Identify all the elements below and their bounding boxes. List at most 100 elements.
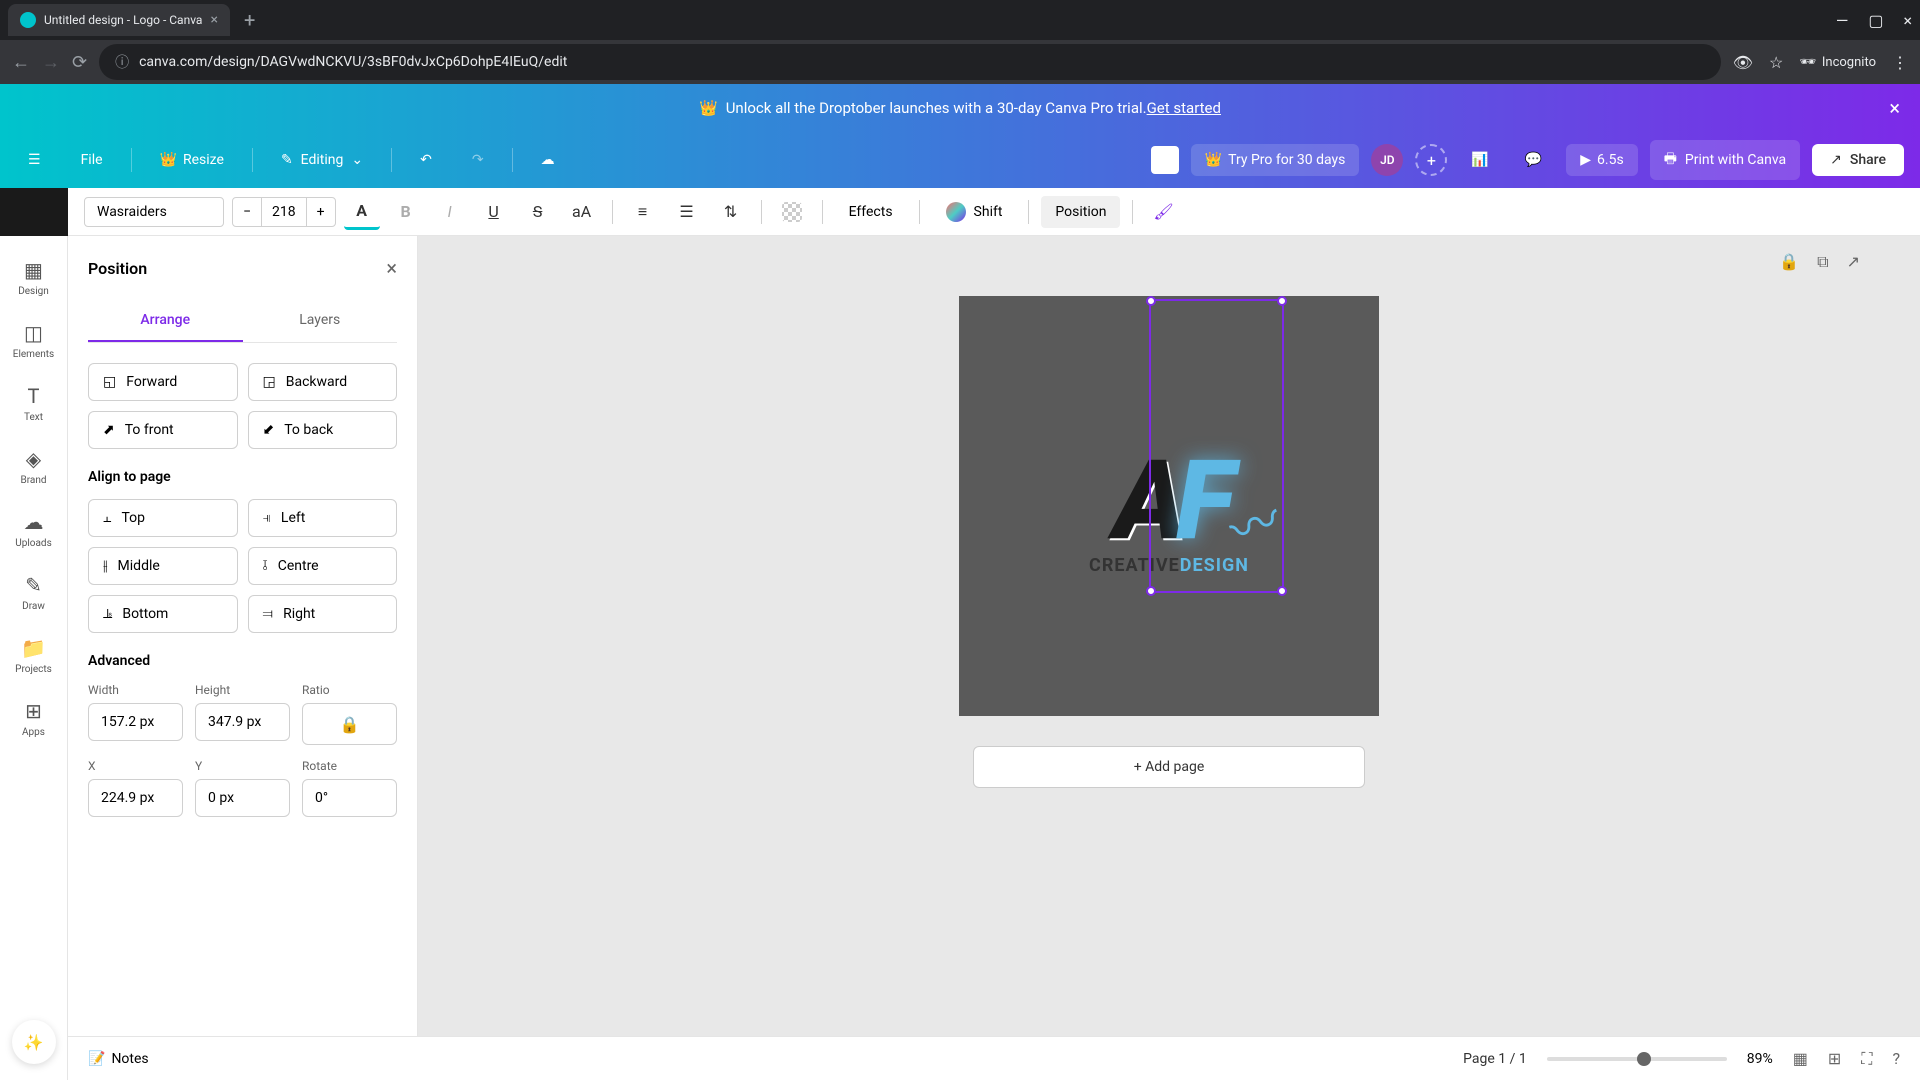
align-left-button[interactable]: ⫣ Left bbox=[248, 499, 398, 537]
font-select[interactable]: Wasraiders bbox=[84, 197, 224, 227]
export-icon[interactable]: ↗ bbox=[1847, 252, 1860, 272]
x-input[interactable] bbox=[88, 779, 183, 817]
ratio-lock-button[interactable]: 🔒 bbox=[302, 703, 397, 745]
magic-button[interactable]: ✨ bbox=[12, 1020, 56, 1064]
sidebar-item-brand[interactable]: ◈ Brand bbox=[0, 437, 67, 496]
to-front-button[interactable]: ⬈ To front bbox=[88, 411, 238, 449]
bold-button[interactable]: B bbox=[388, 194, 424, 230]
sidebar-item-text[interactable]: T Text bbox=[0, 374, 67, 433]
thumbnail-view-icon[interactable]: ⊞ bbox=[1828, 1049, 1841, 1068]
redo-button[interactable]: ↷ bbox=[460, 144, 496, 176]
forward-button[interactable]: ◱ Forward bbox=[88, 363, 238, 401]
to-back-button[interactable]: ⬋ To back bbox=[248, 411, 398, 449]
alignment-button[interactable]: ≡ bbox=[625, 194, 661, 230]
duration-button[interactable]: ▶ 6.5s bbox=[1566, 144, 1637, 176]
text-color-button[interactable]: A bbox=[344, 194, 380, 230]
font-size-value[interactable]: 218 bbox=[261, 198, 307, 226]
zoom-slider[interactable] bbox=[1547, 1057, 1727, 1061]
forward-button[interactable]: → bbox=[42, 52, 60, 73]
resize-handle-br[interactable] bbox=[1277, 586, 1287, 596]
position-button[interactable]: Position bbox=[1041, 196, 1120, 228]
user-avatar[interactable]: JD bbox=[1371, 144, 1403, 176]
notes-button[interactable]: 📝 Notes bbox=[88, 1051, 149, 1067]
sidebar-item-draw[interactable]: ✎ Draw bbox=[0, 563, 67, 622]
menu-button[interactable]: ☰ bbox=[16, 144, 53, 176]
bookmark-icon[interactable]: ☆ bbox=[1769, 53, 1783, 72]
increase-size-button[interactable]: + bbox=[307, 198, 335, 226]
add-page-button[interactable]: + Add page bbox=[973, 746, 1366, 788]
grid-view-icon[interactable]: ▦ bbox=[1793, 1049, 1808, 1068]
x-label: X bbox=[88, 759, 183, 773]
duplicate-icon[interactable]: ⧉ bbox=[1817, 252, 1828, 272]
decrease-size-button[interactable]: − bbox=[233, 198, 261, 226]
backward-button[interactable]: ◲ Backward bbox=[248, 363, 398, 401]
print-button[interactable]: 🖶 Print with Canva bbox=[1650, 140, 1800, 180]
underline-button[interactable]: U bbox=[476, 194, 512, 230]
help-icon[interactable]: ? bbox=[1892, 1049, 1900, 1068]
cloud-sync-icon[interactable]: ☁ bbox=[529, 144, 567, 176]
extension-icon[interactable]: 👁 bbox=[1733, 53, 1753, 72]
close-window-button[interactable]: × bbox=[1903, 11, 1912, 30]
sidebar-item-apps[interactable]: ⊞ Apps bbox=[0, 689, 67, 748]
selection-box[interactable] bbox=[1149, 299, 1284, 593]
browser-menu-icon[interactable]: ⋮ bbox=[1892, 53, 1908, 72]
editing-mode-button[interactable]: ✎ Editing ⌄ bbox=[269, 144, 375, 176]
transparency-button[interactable] bbox=[774, 194, 810, 230]
tab-layers[interactable]: Layers bbox=[243, 300, 398, 342]
effects-button[interactable]: Effects bbox=[835, 196, 907, 228]
resize-handle-tl[interactable] bbox=[1146, 296, 1156, 306]
undo-button[interactable]: ↶ bbox=[408, 144, 444, 176]
fullscreen-icon[interactable]: ⛶ bbox=[1861, 1049, 1872, 1069]
zoom-thumb[interactable] bbox=[1637, 1052, 1651, 1066]
try-pro-button[interactable]: 👑 Try Pro for 30 days bbox=[1191, 144, 1360, 176]
resize-button[interactable]: 👑 Resize bbox=[148, 144, 236, 176]
list-button[interactable]: ☰ bbox=[669, 194, 705, 230]
page-indicator[interactable]: Page 1 / 1 bbox=[1463, 1051, 1527, 1067]
get-started-link[interactable]: Get started bbox=[1147, 99, 1221, 117]
browser-tab[interactable]: Untitled design - Logo - Canva × bbox=[8, 4, 230, 36]
panel-close-button[interactable]: × bbox=[386, 256, 397, 280]
align-top-button[interactable]: ⫠ Top bbox=[88, 499, 238, 537]
strikethrough-button[interactable]: S bbox=[520, 194, 556, 230]
tab-close-icon[interactable]: × bbox=[210, 12, 217, 28]
share-button[interactable]: ↗ Share bbox=[1812, 144, 1904, 176]
rotate-input[interactable] bbox=[302, 779, 397, 817]
align-bottom-button[interactable]: ⫡ Bottom bbox=[88, 595, 238, 633]
sidebar-item-projects[interactable]: 📁 Projects bbox=[0, 626, 67, 685]
align-right-button[interactable]: ⫤ Right bbox=[248, 595, 398, 633]
site-info-icon[interactable]: ⓘ bbox=[115, 52, 129, 72]
minimize-button[interactable]: — bbox=[1836, 11, 1849, 30]
back-button[interactable]: ← bbox=[12, 52, 30, 73]
tab-arrange[interactable]: Arrange bbox=[88, 300, 243, 342]
height-input[interactable] bbox=[195, 703, 290, 741]
analytics-icon[interactable]: 📊 bbox=[1459, 144, 1500, 176]
resize-handle-tr[interactable] bbox=[1277, 296, 1287, 306]
comment-icon[interactable]: 💬 bbox=[1513, 144, 1554, 176]
add-collaborator-button[interactable]: + bbox=[1415, 144, 1447, 176]
zoom-percentage[interactable]: 89% bbox=[1747, 1051, 1773, 1067]
canvas[interactable]: AF CREATIVEDESIGN 〰 bbox=[959, 296, 1379, 716]
sidebar-item-elements[interactable]: ◫ Elements bbox=[0, 311, 67, 370]
sidebar-item-uploads[interactable]: ☁ Uploads bbox=[0, 500, 67, 559]
resize-handle-bl[interactable] bbox=[1146, 586, 1156, 596]
spacing-button[interactable]: ⇅ bbox=[713, 194, 749, 230]
reload-button[interactable]: ⟳ bbox=[72, 52, 87, 73]
lock-icon[interactable]: 🔒 bbox=[1779, 252, 1799, 272]
canvas-area[interactable]: 🔒 ⧉ ↗ AF CREATIVEDESIGN 〰 + Add page bbox=[418, 236, 1920, 1080]
style-copy-button[interactable]: 🖌 bbox=[1145, 194, 1181, 230]
file-button[interactable]: File bbox=[69, 144, 115, 176]
width-input[interactable] bbox=[88, 703, 183, 741]
shift-button[interactable]: Shift bbox=[932, 194, 1017, 230]
color-picker-button[interactable] bbox=[1151, 146, 1179, 174]
sidebar-item-design[interactable]: ▦ Design bbox=[0, 248, 67, 307]
italic-button[interactable]: I bbox=[432, 194, 468, 230]
new-tab-button[interactable]: + bbox=[234, 8, 265, 32]
url-bar[interactable]: ⓘ canva.com/design/DAGVwdNCKVU/3sBF0dvJx… bbox=[99, 44, 1721, 80]
text-case-button[interactable]: aA bbox=[564, 194, 600, 230]
banner-close-button[interactable]: × bbox=[1889, 96, 1900, 120]
y-input[interactable] bbox=[195, 779, 290, 817]
align-middle-button[interactable]: ⫲ Middle bbox=[88, 547, 238, 585]
maximize-button[interactable]: ▢ bbox=[1868, 11, 1883, 30]
ratio-label: Ratio bbox=[302, 683, 397, 697]
align-centre-button[interactable]: ⫱ Centre bbox=[248, 547, 398, 585]
